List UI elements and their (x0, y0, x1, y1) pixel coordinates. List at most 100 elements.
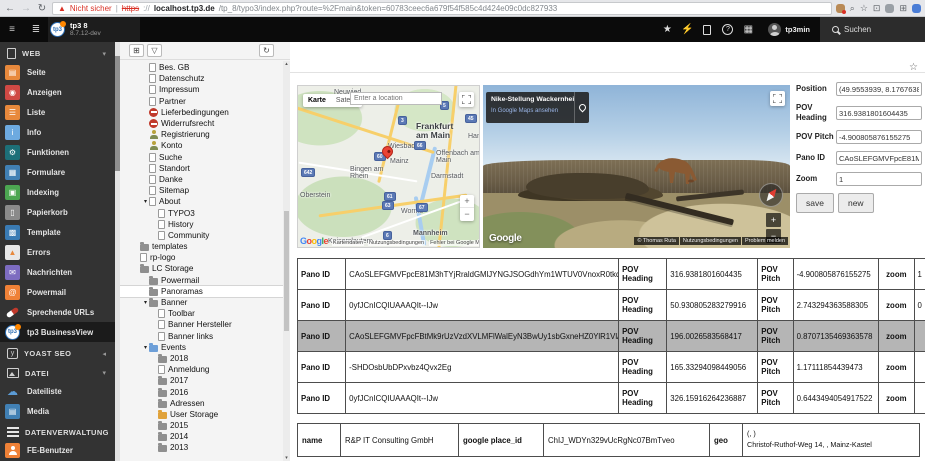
profile-icon[interactable] (885, 4, 894, 13)
zoom-out-button[interactable]: − (460, 208, 474, 221)
sidebar-item-tp3-businessview[interactable]: tp3tp3 BusinessView (0, 322, 115, 342)
tree-item-konto[interactable]: Konto (120, 140, 290, 151)
sidebar-item-dateiliste[interactable]: ☁Dateiliste (0, 381, 115, 401)
zoom-link[interactable]: zoom (879, 259, 914, 290)
navigation-toggle-icon[interactable]: ≣ (24, 24, 48, 35)
tree-item-widerrufsrecht[interactable]: Widerrufsrecht (120, 118, 290, 129)
ssl-warning-icon[interactable]: ▲ (58, 4, 66, 13)
tree-item-anmeldung[interactable]: Anmeldung (120, 364, 290, 375)
tree-item-2015[interactable]: 2015 (120, 420, 290, 431)
table-row[interactable]: Pano ID0yfJCnICQIUAAAQIt--IJwPOV Heading… (298, 290, 925, 321)
tree-item-partner[interactable]: Partner (120, 96, 290, 107)
compass-control[interactable] (759, 183, 783, 207)
modulemenu-toggle-icon[interactable]: ≡ (0, 24, 24, 35)
map-search-input[interactable] (350, 92, 442, 105)
panorama-attribution-item[interactable]: © Thomas Ruta (634, 237, 679, 245)
filter-button[interactable]: ▽ (147, 44, 162, 57)
tree-item-about[interactable]: ▾About (120, 196, 290, 207)
zoom-link[interactable]: zoom (879, 352, 914, 383)
share-extension-icon[interactable]: ⊞ (899, 3, 907, 14)
zoom-in-button[interactable]: + (766, 213, 781, 227)
sidebar-item-funktionen[interactable]: ⚙Funktionen (0, 142, 115, 162)
new-page-button[interactable]: ⊞ (129, 44, 144, 57)
sidebar-item-liste[interactable]: ☰Liste (0, 102, 115, 122)
scrollbar-thumb[interactable] (284, 211, 289, 331)
refresh-tree-button[interactable]: ↻ (259, 44, 274, 57)
tree-item-user-storage[interactable]: User Storage (120, 409, 290, 420)
sidebar-item-info[interactable]: iInfo (0, 122, 115, 142)
place-pin-icon[interactable] (574, 92, 589, 123)
opendocs-icon[interactable] (703, 25, 711, 35)
new-button[interactable]: new (838, 193, 874, 213)
help-icon[interactable]: ? (722, 24, 733, 35)
panorama-attribution-item[interactable]: Nutzungsbedingungen (680, 237, 741, 245)
street-view-panorama[interactable]: Nike-Stellung Wackernheim In Google Maps… (483, 85, 790, 248)
position-input[interactable] (836, 82, 922, 96)
extension-blue-icon[interactable] (912, 4, 921, 13)
sidebar-item-papierkorb[interactable]: ▯Papierkorb (0, 202, 115, 222)
tree-item-registrierung[interactable]: Registrierung (120, 129, 290, 140)
tree-item-typo3[interactable]: TYPO3 (120, 207, 290, 218)
map-attribution-item[interactable]: Kartendaten (332, 240, 364, 246)
tree-item-2017[interactable]: 2017 (120, 375, 290, 386)
module-section-header[interactable]: WEB▾ (0, 42, 115, 62)
panorama-attribution-item[interactable]: Problem melden (742, 237, 788, 245)
user-menu[interactable]: tp3min (758, 17, 820, 42)
tree-item-adressen[interactable]: Adressen (120, 398, 290, 409)
tree-item-community[interactable]: Community (120, 230, 290, 241)
tree-item-rp-logo[interactable]: rp-logo (120, 252, 290, 263)
tree-item-history[interactable]: History (120, 219, 290, 230)
browser-forward-icon[interactable]: → (20, 3, 32, 14)
table-row[interactable]: Pano IDCAoSLEFGMVFpcE81M3hTYjRraldGMlJYN… (298, 259, 925, 290)
map-attribution-item[interactable]: Nutzungsbedingungen (368, 240, 425, 246)
panorama-fullscreen-button[interactable] (770, 91, 785, 106)
pov-pitch-input[interactable] (836, 130, 922, 144)
site-logo-block[interactable]: tp3 tp3 8 8.7.12-dev (48, 17, 140, 42)
save-button[interactable]: save (796, 193, 834, 213)
sidebar-item-nachrichten[interactable]: ✉Nachrichten (0, 262, 115, 282)
tree-item-lc-storage[interactable]: LC Storage (120, 263, 290, 274)
module-section-header[interactable]: DATENVERWALTUNG▾ (0, 421, 115, 440)
page-tree-scrollbar[interactable]: ▴ ▾ (283, 61, 290, 461)
bookmark-star-icon[interactable]: ☆ (860, 3, 868, 14)
zoom-link[interactable]: zoom (879, 321, 914, 352)
map-type-karte[interactable]: Karte (303, 94, 331, 107)
tree-item-2014[interactable]: 2014 (120, 431, 290, 442)
module-section-header[interactable]: yYOAST SEO◂ (0, 342, 115, 362)
caret-icon[interactable]: ◂ (102, 350, 109, 358)
caret-icon[interactable]: ▾ (102, 369, 109, 377)
tree-item-templates[interactable]: templates (120, 241, 290, 252)
zoom-in-button[interactable]: + (460, 195, 474, 208)
map-fullscreen-button[interactable] (459, 92, 474, 107)
browser-back-icon[interactable]: ← (4, 3, 16, 14)
bookmark-star-icon[interactable]: ☆ (909, 62, 918, 73)
sidebar-item-media[interactable]: ▤Media (0, 401, 115, 421)
zoom-link[interactable]: zoom (879, 383, 914, 414)
sidebar-item-seite[interactable]: ▤Seite (0, 62, 115, 82)
pov-heading-input[interactable] (836, 106, 922, 120)
caret-icon[interactable]: ▾ (102, 50, 109, 58)
zoom-link[interactable]: zoom (879, 290, 914, 321)
table-row[interactable]: Pano IDCAoSLEFGMVFpcFBtMk9rUzVzdXVLMFlWa… (298, 321, 925, 352)
zoom-extension-icon[interactable]: ⌕ (850, 3, 855, 14)
pano-id-input[interactable] (836, 151, 922, 165)
google-map[interactable]: NeuwiedFrankfurt am MainHanauWiesbadenOf… (297, 85, 480, 248)
tree-item-bes-gb[interactable]: Bes. GB (120, 62, 290, 73)
scroll-up-icon[interactable]: ▴ (283, 61, 290, 67)
sidebar-item-template[interactable]: ▩Template (0, 222, 115, 242)
tree-item-standort[interactable]: Standort (120, 163, 290, 174)
zoom-input[interactable] (836, 172, 922, 186)
topbar-search[interactable]: Suchen (820, 17, 925, 42)
table-row[interactable]: Pano ID-SHDOsbUbDPxvbz4Qvx2EgPOV Heading… (298, 352, 925, 383)
tree-item-2016[interactable]: 2016 (120, 386, 290, 397)
table-row[interactable]: Pano ID0yfJCnICQIUAAAQIt--IJwPOV Heading… (298, 383, 925, 414)
sidebar-item-formulare[interactable]: ▦Formulare (0, 162, 115, 182)
cast-icon[interactable]: ⊡ (873, 3, 881, 14)
tree-item-2013[interactable]: 2013 (120, 442, 290, 453)
sidebar-item-indexing[interactable]: ▣Indexing (0, 182, 115, 202)
sidebar-item-errors[interactable]: ▲Errors (0, 242, 115, 262)
tree-item-banner[interactable]: ▾Banner (120, 297, 290, 308)
address-bar[interactable]: ▲ Nicht sicher | https :// localhost.tp3… (52, 2, 832, 15)
tree-item-banner-links[interactable]: Banner links (120, 331, 290, 342)
sidebar-item-fe-benutzer[interactable]: FE-Benutzer (0, 440, 115, 460)
